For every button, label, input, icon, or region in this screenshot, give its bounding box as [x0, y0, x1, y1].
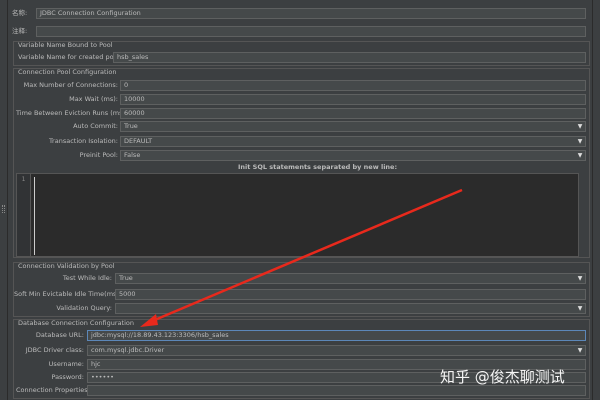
annotation-arrow-icon — [140, 188, 463, 327]
watermark: 知乎 @俊杰聊测试 — [440, 368, 565, 386]
